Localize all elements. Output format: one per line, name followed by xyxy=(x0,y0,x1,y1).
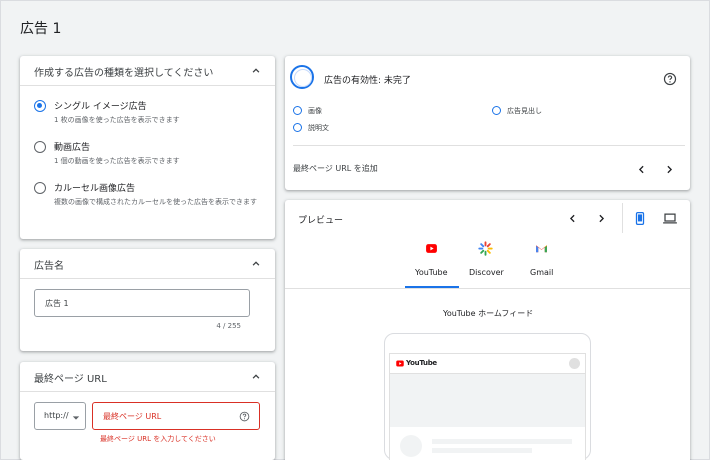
effectiveness-item-headline: 広告見出し xyxy=(507,107,542,115)
ad-name-card: 広告名 広告 1 4 / 255 xyxy=(20,249,275,351)
feed-label: YouTube ホームフィード xyxy=(443,309,534,318)
status-circle-icon xyxy=(293,106,302,115)
chevron-right-icon[interactable] xyxy=(595,212,608,225)
option-desc: 1 個の動画を使った広告を表示できます xyxy=(54,157,180,165)
effectiveness-item-image: 画像 xyxy=(308,107,322,115)
chevron-up-icon[interactable] xyxy=(249,64,263,78)
ad-name-counter: 4 / 255 xyxy=(216,322,241,330)
gmail-icon[interactable] xyxy=(534,242,549,255)
ad-name-input[interactable]: 広告 1 xyxy=(34,289,250,317)
effectiveness-suggestion: 最終ページ URL を追加 xyxy=(293,164,378,173)
final-url-error: 最終ページ URL を入力してください xyxy=(100,435,216,443)
protocol-value: http:// xyxy=(44,411,69,420)
chevron-up-icon[interactable] xyxy=(249,370,263,384)
radio-selected[interactable] xyxy=(34,100,46,112)
divider xyxy=(622,203,623,233)
youtube-icon[interactable] xyxy=(424,242,439,255)
ad-name-value: 広告 1 xyxy=(45,299,69,308)
tab-gmail[interactable]: Gmail xyxy=(530,268,553,277)
final-url-title: 最終ページ URL xyxy=(34,374,107,385)
effectiveness-gauge xyxy=(290,65,314,89)
youtube-app-bar: YouTube xyxy=(390,354,585,374)
ad-name-title: 広告名 xyxy=(34,261,64,272)
video-meta-row xyxy=(390,427,585,460)
chevron-left-icon[interactable] xyxy=(566,212,579,225)
chevron-right-icon[interactable] xyxy=(663,163,676,176)
option-label: シングル イメージ広告 xyxy=(54,102,147,112)
final-url-input[interactable]: 最終ページ URL xyxy=(92,402,260,430)
channel-avatar xyxy=(400,435,422,457)
phone-screen: YouTube xyxy=(389,353,586,460)
subtitle-placeholder xyxy=(432,448,532,453)
chevron-left-icon[interactable] xyxy=(635,163,648,176)
chevron-up-icon[interactable] xyxy=(249,257,263,271)
ad-type-title: 作成する広告の種類を選択してください xyxy=(34,68,214,79)
divider xyxy=(293,145,685,146)
ad-type-card: 作成する広告の種類を選択してください シングル イメージ広告 1 枚の画像を使っ… xyxy=(20,56,275,239)
final-url-card: 最終ページ URL http:// 最終ページ URL 最終ページ URL を入… xyxy=(20,362,275,460)
preview-title: プレビュー xyxy=(298,216,344,226)
active-tab-indicator xyxy=(405,286,459,288)
mobile-device-icon[interactable] xyxy=(633,211,647,226)
avatar xyxy=(569,358,580,369)
phone-mockup: YouTube xyxy=(384,333,591,460)
video-placeholder xyxy=(390,375,585,427)
option-label: カルーセル画像広告 xyxy=(54,184,136,194)
dropdown-arrow-icon xyxy=(72,416,80,420)
option-label: 動画広告 xyxy=(54,143,91,153)
tab-youtube[interactable]: YouTube xyxy=(415,268,448,277)
ad-name-header[interactable]: 広告名 xyxy=(20,249,275,279)
status-circle-icon xyxy=(492,106,501,115)
option-desc: 1 枚の画像を使った広告を表示できます xyxy=(54,116,180,124)
help-icon[interactable] xyxy=(239,411,250,422)
title-placeholder xyxy=(432,439,572,444)
status-circle-icon xyxy=(293,123,302,132)
desktop-device-icon[interactable] xyxy=(662,211,678,226)
page-title: 広告 1 xyxy=(20,21,62,37)
ad-type-header[interactable]: 作成する広告の種類を選択してください xyxy=(20,56,275,86)
tabs-divider xyxy=(285,288,690,289)
final-url-placeholder: 最終ページ URL xyxy=(103,412,162,421)
youtube-logo-icon xyxy=(396,360,404,367)
option-desc: 複数の画像で構成されたカルーセルを使った広告を表示できます xyxy=(54,198,257,206)
radio-unselected[interactable] xyxy=(34,182,46,194)
radio-unselected[interactable] xyxy=(34,141,46,153)
youtube-logo-text: YouTube xyxy=(406,359,437,367)
tab-discover[interactable]: Discover xyxy=(469,268,504,277)
effectiveness-item-description: 説明文 xyxy=(308,124,329,132)
help-icon[interactable] xyxy=(663,72,677,86)
protocol-select[interactable]: http:// xyxy=(34,402,86,430)
effectiveness-title: 広告の有効性: 未完了 xyxy=(324,76,411,86)
final-url-header[interactable]: 最終ページ URL xyxy=(20,362,275,392)
discover-icon[interactable] xyxy=(478,241,493,256)
